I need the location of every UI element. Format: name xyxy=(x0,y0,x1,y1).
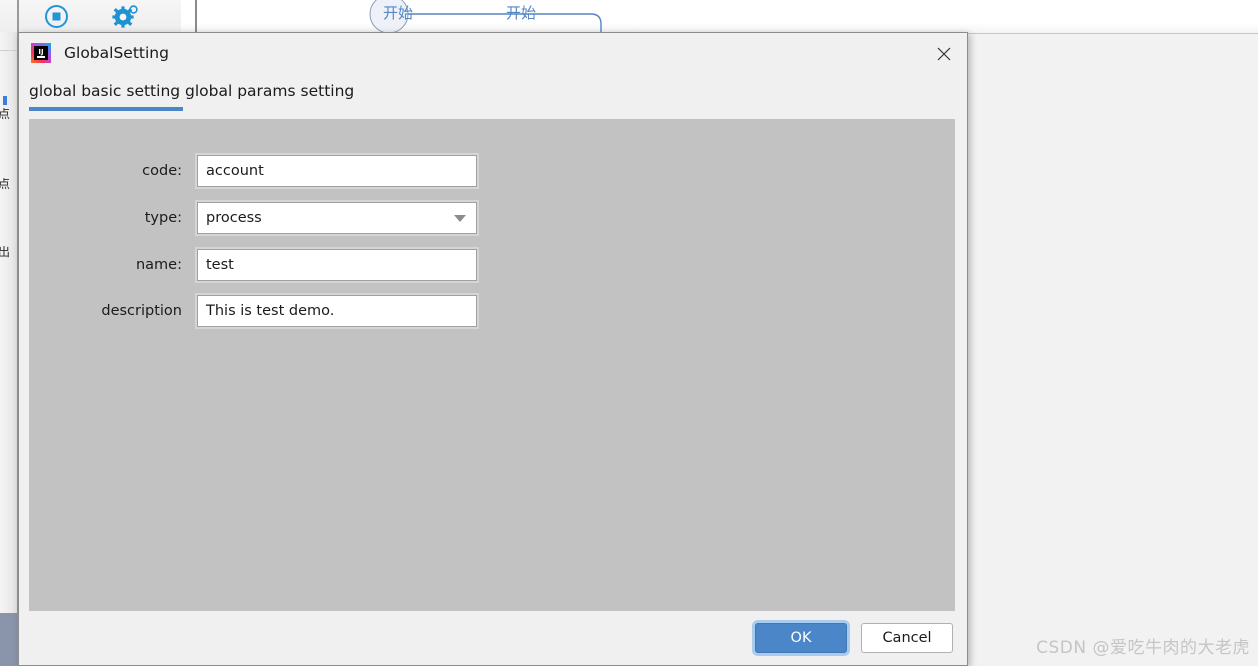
strip-selected-item[interactable] xyxy=(0,613,17,666)
svg-text:IJ: IJ xyxy=(38,48,43,56)
canvas-divider xyxy=(195,0,197,33)
chevron-down-icon xyxy=(454,215,466,222)
code-input[interactable]: account xyxy=(197,155,477,187)
strip-item-label-1[interactable]: 点 xyxy=(0,108,16,121)
tab-active-underline xyxy=(29,107,183,111)
global-setting-dialog: IJ GlobalSetting global basic setting gl… xyxy=(18,32,968,666)
dialog-title: GlobalSetting xyxy=(64,44,169,62)
ok-button[interactable]: OK xyxy=(755,623,847,653)
tab-global-params-setting[interactable]: global params setting xyxy=(185,75,354,119)
intellij-idea-icon: IJ xyxy=(31,43,51,63)
flow-edge-label: 开始 xyxy=(506,4,537,22)
strip-item-label-2[interactable]: 点 xyxy=(0,178,16,191)
dialog-titlebar: IJ GlobalSetting xyxy=(19,33,967,75)
form-row-type: type: process xyxy=(29,202,955,234)
type-label: type: xyxy=(144,210,182,226)
settings-content-panel: code: account type: process name: test d… xyxy=(29,119,955,613)
type-select[interactable]: process xyxy=(197,202,477,234)
gear-icon[interactable] xyxy=(112,5,138,29)
type-select-value: process xyxy=(206,210,262,226)
form-row-description: description This is test demo. xyxy=(29,295,955,327)
workflow-canvas[interactable]: 开始 开始 xyxy=(19,0,1258,38)
close-icon[interactable] xyxy=(931,42,957,66)
strip-active-marker xyxy=(3,96,7,105)
watermark: CSDN @爱吃牛肉的大老虎 xyxy=(1036,638,1250,658)
tool-window-strip[interactable] xyxy=(0,32,17,666)
ide-toolbar xyxy=(0,0,181,33)
form-row-name: name: test xyxy=(29,249,955,281)
stop-circle-icon[interactable] xyxy=(44,4,69,29)
description-label: description xyxy=(101,303,182,319)
strip-item-label-3[interactable]: 出 xyxy=(0,246,16,259)
description-input[interactable]: This is test demo. xyxy=(197,295,477,327)
strip-divider xyxy=(0,50,17,51)
cancel-button[interactable]: Cancel xyxy=(861,623,953,653)
tab-global-basic-setting[interactable]: global basic setting xyxy=(29,75,180,119)
name-input[interactable]: test xyxy=(197,249,477,281)
form-row-code: code: account xyxy=(29,155,955,187)
code-label: code: xyxy=(142,163,182,179)
name-label: name: xyxy=(135,257,182,273)
flow-node-label: 开始 xyxy=(383,4,414,22)
dialog-button-bar: OK Cancel xyxy=(19,611,967,665)
dialog-tabs: global basic setting global params setti… xyxy=(19,75,967,119)
